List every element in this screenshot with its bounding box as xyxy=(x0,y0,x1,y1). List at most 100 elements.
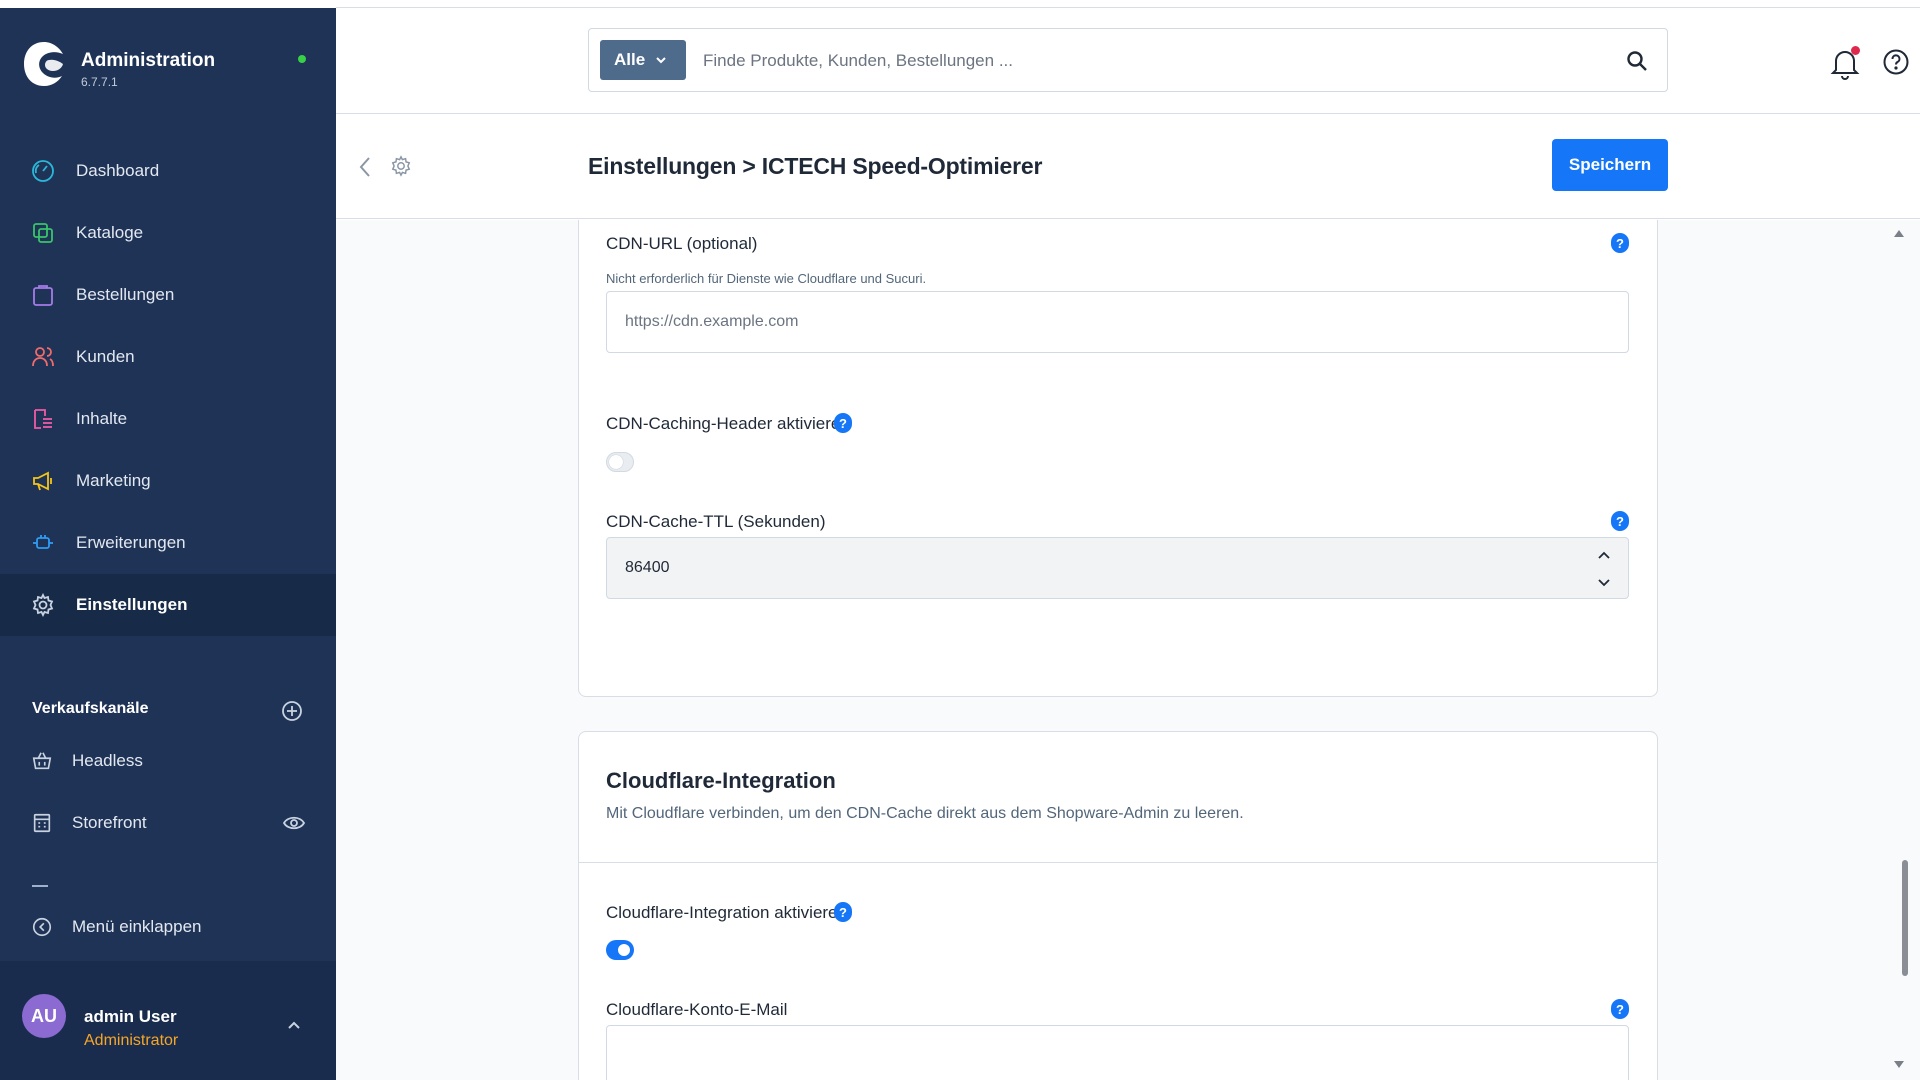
chevron-left-icon[interactable] xyxy=(356,153,374,181)
sidebar-item-inhalte[interactable]: Inhalte xyxy=(0,388,336,450)
cdn-url-input[interactable] xyxy=(607,292,1628,352)
sidebar-item-label: Inhalte xyxy=(76,409,128,428)
sidebar-item-label: Bestellungen xyxy=(76,285,175,304)
cdn-settings-card: CDN-URL (optional) ? Nicht erforderlich … xyxy=(578,220,1658,697)
sidebar-item-label: Kataloge xyxy=(76,223,144,242)
sales-channel-label: Headless xyxy=(72,751,143,770)
sidebar-item-label: Einstellungen xyxy=(76,595,188,614)
chevron-left-circle-icon xyxy=(30,914,54,940)
svg-text:?: ? xyxy=(1616,514,1624,529)
catalog-icon xyxy=(30,220,56,246)
eye-icon[interactable] xyxy=(282,813,306,833)
collapse-menu-label: Menü einklappen xyxy=(72,917,202,936)
sidebar-item-label: Kunden xyxy=(76,347,135,366)
top-bar: Alle xyxy=(336,8,1920,114)
help-icon[interactable] xyxy=(1882,48,1910,76)
cloudflare-card-subtitle: Mit Cloudflare verbinden, um den CDN-Cac… xyxy=(606,805,1244,822)
cdn-ttl-input[interactable] xyxy=(607,538,1628,598)
help-tooltip-icon[interactable]: ? xyxy=(834,413,852,433)
sales-channel-headless[interactable]: Headless xyxy=(30,741,306,781)
users-icon xyxy=(30,344,56,370)
sidebar-item-label: Erweiterungen xyxy=(76,533,186,552)
notification-badge xyxy=(1851,46,1860,55)
sales-channel-storefront[interactable]: Storefront xyxy=(30,803,306,843)
sidebar-item-einstellungen[interactable]: Einstellungen xyxy=(0,574,336,636)
user-name: admin User xyxy=(84,1007,177,1026)
brand[interactable]: Administration 6.7.7.1 xyxy=(22,40,314,96)
svg-text:?: ? xyxy=(839,905,847,920)
toggle-knob xyxy=(609,455,623,469)
megaphone-icon xyxy=(30,468,56,494)
user-role: Administrator xyxy=(84,1032,179,1049)
cloudflare-email-label: Cloudflare-Konto-E-Mail xyxy=(606,1000,788,1019)
sidebar-item-label: Marketing xyxy=(76,471,151,490)
sidebar-item-erweiterungen[interactable]: Erweiterungen xyxy=(0,512,336,574)
settings-gear-icon xyxy=(391,155,411,177)
search-type-label: Alle xyxy=(614,50,646,69)
collapse-menu-button[interactable]: Menü einklappen xyxy=(30,912,201,942)
svg-text:?: ? xyxy=(1616,1002,1624,1017)
storefront-icon xyxy=(30,810,54,836)
cloudflare-card-title: Cloudflare-Integration xyxy=(606,768,836,793)
shopping-bag-icon xyxy=(30,282,56,308)
sidebar-item-kunden[interactable]: Kunden xyxy=(0,326,336,388)
cloudflare-enable-label: Cloudflare-Integration aktivieren xyxy=(606,903,847,922)
cdn-caching-toggle[interactable] xyxy=(606,452,634,472)
sales-channels-header: Verkaufskanäle xyxy=(32,700,304,724)
cdn-caching-label: CDN-Caching-Header aktivieren xyxy=(606,414,850,433)
sales-channel-label: Storefront xyxy=(72,813,147,832)
cloudflare-enable-toggle[interactable] xyxy=(606,940,634,960)
save-button[interactable]: Speichern xyxy=(1552,139,1668,191)
toggle-knob xyxy=(618,944,630,956)
shopware-logo-icon xyxy=(24,42,63,86)
chevron-down-icon xyxy=(656,57,666,64)
gear-icon xyxy=(30,592,56,618)
scroll-down-arrow-icon[interactable] xyxy=(1893,1060,1905,1070)
cloudflare-email-input[interactable] xyxy=(607,1026,1628,1080)
sidebar-item-bestellungen[interactable]: Bestellungen xyxy=(0,264,336,326)
page-title: Einstellungen > ICTECH Speed-Optimierer xyxy=(588,153,1043,179)
cdn-url-hint: Nicht erforderlich für Dienste wie Cloud… xyxy=(606,271,927,286)
content-area: CDN-URL (optional) ? Nicht erforderlich … xyxy=(336,220,1920,1080)
chevron-up-icon[interactable] xyxy=(284,1015,304,1035)
help-tooltip-icon[interactable]: ? xyxy=(834,902,852,922)
gauge-icon xyxy=(30,158,56,184)
cloudflare-card: Cloudflare-Integration Mit Cloudflare ve… xyxy=(578,731,1658,1080)
search-input[interactable] xyxy=(703,41,1583,81)
app-version: 6.7.7.1 xyxy=(81,75,118,89)
help-tooltip-icon[interactable]: ? xyxy=(1611,233,1629,253)
search-type-dropdown[interactable]: Alle xyxy=(600,40,686,80)
cdn-url-field xyxy=(606,291,1629,353)
search-icon[interactable] xyxy=(1625,49,1649,73)
svg-text:?: ? xyxy=(1616,236,1624,251)
cdn-ttl-field xyxy=(606,537,1629,599)
cdn-url-label: CDN-URL (optional) xyxy=(606,234,758,253)
global-search: Alle xyxy=(588,28,1668,92)
scroll-up-arrow-icon[interactable] xyxy=(1893,228,1905,238)
number-stepper-icon[interactable] xyxy=(1594,546,1614,592)
status-indicator xyxy=(298,55,306,63)
scrollbar-thumb[interactable] xyxy=(1902,860,1908,976)
sidebar: Administration 6.7.7.1 Dashboard Katalog… xyxy=(0,8,336,1080)
notifications-button[interactable] xyxy=(1830,46,1860,80)
avatar: AU xyxy=(22,994,66,1038)
app-title: Administration xyxy=(81,50,216,71)
smart-bar: Einstellungen > ICTECH Speed-Optimierer … xyxy=(336,115,1920,219)
cdn-ttl-label: CDN-Cache-TTL (Sekunden) xyxy=(606,512,826,531)
help-tooltip-icon[interactable]: ? xyxy=(1611,511,1629,531)
user-menu[interactable]: AU admin User Administrator xyxy=(0,961,336,1080)
sidebar-item-dashboard[interactable]: Dashboard xyxy=(0,140,336,202)
basket-icon xyxy=(30,748,54,774)
sidebar-item-marketing[interactable]: Marketing xyxy=(0,450,336,512)
help-tooltip-icon[interactable]: ? xyxy=(1611,999,1629,1019)
add-channel-icon[interactable] xyxy=(280,699,304,723)
sales-channels-title: Verkaufskanäle xyxy=(32,700,149,717)
sales-channel-partial xyxy=(32,885,48,887)
content-icon xyxy=(30,406,56,432)
plug-icon xyxy=(30,530,56,556)
svg-text:?: ? xyxy=(839,416,847,431)
sidebar-item-label: Dashboard xyxy=(76,161,160,180)
card-divider xyxy=(579,862,1657,863)
cloudflare-email-field xyxy=(606,1025,1629,1080)
sidebar-item-kataloge[interactable]: Kataloge xyxy=(0,202,336,264)
